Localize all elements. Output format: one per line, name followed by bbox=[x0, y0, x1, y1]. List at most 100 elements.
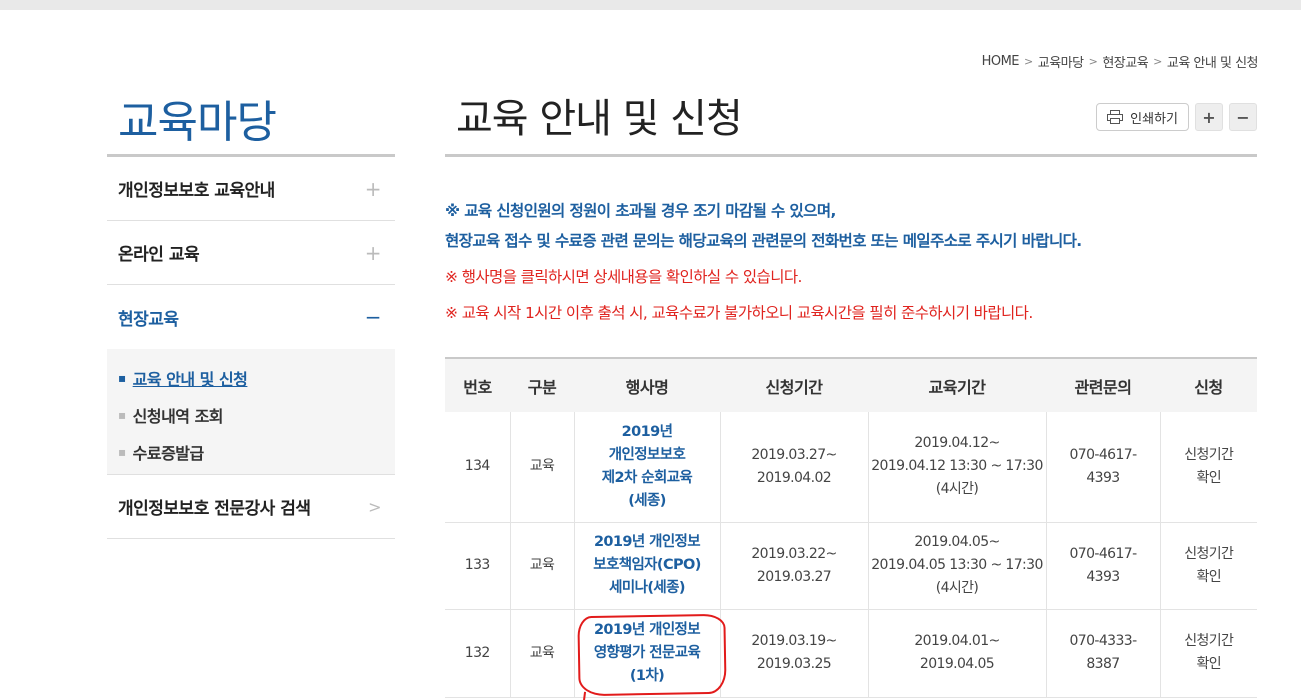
event-link-line: (1차) bbox=[629, 667, 665, 684]
cell-line: 8387 bbox=[1086, 656, 1120, 672]
minus-icon: − bbox=[364, 305, 382, 329]
event-link-line: 2019년 bbox=[621, 423, 673, 440]
printer-icon bbox=[1107, 110, 1124, 124]
submenu-item-application-history[interactable]: ▪ 신청내역 조회 bbox=[118, 396, 395, 433]
cell-line: 2019.04.01~ bbox=[914, 633, 1000, 649]
bullet-icon: ▪ bbox=[118, 370, 126, 385]
sidebar-item-online-education[interactable]: 온라인 교육 + bbox=[107, 221, 395, 285]
event-link-line: 세미나(세종) bbox=[609, 580, 685, 596]
cell-line: 2019.03.27 bbox=[756, 568, 832, 585]
table-header-row: 번호 구분 행사명 신청기간 교육기간 관련문의 신청 bbox=[445, 357, 1257, 412]
sidebar-item-education-guide[interactable]: 개인정보보호 교육안내 + bbox=[107, 157, 395, 221]
cell-line: 2019.04.05~ bbox=[914, 534, 1000, 550]
breadcrumb-home[interactable]: HOME bbox=[982, 54, 1020, 69]
sidebar-item-onsite-education[interactable]: 현장교육 − bbox=[107, 285, 395, 349]
cell-line: 신청기간 bbox=[1184, 446, 1234, 463]
sidebar-title: 교육마당 bbox=[118, 97, 277, 148]
event-link-line: 보호책임자(CPO) bbox=[593, 557, 701, 573]
cell-status: 신청기간 확인 bbox=[1159, 412, 1257, 523]
cell-line: 신청기간 bbox=[1184, 633, 1234, 649]
page-title: 교육 안내 및 신청 bbox=[456, 96, 743, 142]
cell-line: 2019.04.12 13:30 ~ 17:30 bbox=[871, 458, 1043, 475]
submenu-item-label: 신청내역 조회 bbox=[132, 406, 224, 426]
cell-line: 2019.04.05 bbox=[919, 656, 995, 672]
column-header-contact: 관련문의 bbox=[1046, 357, 1160, 412]
column-header-status: 신청 bbox=[1160, 357, 1257, 412]
page-tools: 인쇄하기 + − bbox=[1096, 103, 1257, 131]
zoom-out-button[interactable]: − bbox=[1229, 103, 1257, 131]
table-row: 132 교육 2019년 개인정보 영향평가 전문교육 (1차) 2019.03… bbox=[445, 609, 1257, 700]
title-divider bbox=[445, 154, 1257, 157]
cell-line: 4393 bbox=[1086, 568, 1120, 585]
cell-status: 신청기간 확인 bbox=[1159, 609, 1257, 698]
notice-capacity: ※ 교육 신청인원의 정원이 초과될 경우 조기 마감될 수 있으며, 현장교육… bbox=[445, 196, 1082, 256]
sidebar-nav: 개인정보보호 교육안내 + 온라인 교육 + 현장교육 − ▪ 교육 안내 및 … bbox=[107, 154, 395, 539]
cell-line: (4시간) bbox=[935, 580, 979, 596]
cell-education-period: 2019.04.01~ 2019.04.05 bbox=[867, 609, 1046, 698]
cell-apply-period: 2019.03.22~ 2019.03.27 bbox=[719, 522, 868, 610]
print-button[interactable]: 인쇄하기 bbox=[1096, 103, 1189, 131]
cell-status: 신청기간 확인 bbox=[1159, 522, 1257, 610]
event-link-line: 제2차 순회교육 bbox=[601, 469, 693, 486]
zoom-in-button[interactable]: + bbox=[1195, 103, 1223, 131]
education-table: 번호 구분 행사명 신청기간 교육기간 관련문의 신청 134 교육 2019년… bbox=[445, 357, 1257, 700]
cell-event: 2019년 개인정보 영향평가 전문교육 (1차) bbox=[573, 609, 727, 700]
notice-line: 현장교육 접수 및 수료증 관련 문의는 해당교육의 관련문의 전화번호 또는 … bbox=[445, 232, 1082, 250]
cell-line: 확인 bbox=[1196, 469, 1222, 486]
cell-apply-period: 2019.03.19~ 2019.03.25 bbox=[719, 609, 868, 698]
cell-line: 2019.04.12~ bbox=[914, 435, 1000, 452]
column-header-apply-period: 신청기간 bbox=[720, 357, 868, 412]
submenu-item-certificate[interactable]: ▪ 수료증발급 bbox=[118, 433, 395, 470]
sidebar-item-instructor-search[interactable]: 개인정보보호 전문강사 검색 > bbox=[107, 475, 395, 539]
submenu-item-label: 교육 안내 및 신청 bbox=[132, 369, 248, 389]
breadcrumb-education[interactable]: 교육마당 bbox=[1038, 52, 1084, 71]
submenu: ▪ 교육 안내 및 신청 ▪ 신청내역 조회 ▪ 수료증발급 bbox=[107, 349, 395, 475]
notice-click-event: ※ 행사명을 클릭하시면 상세내용을 확인하실 수 있습니다. bbox=[445, 268, 802, 286]
cell-contact: 070-4617- 4393 bbox=[1045, 522, 1160, 610]
cell-line: 신청기간 bbox=[1184, 545, 1234, 562]
breadcrumb-current: 교육 안내 및 신청 bbox=[1166, 56, 1259, 71]
chevron-right-icon: > bbox=[1088, 55, 1098, 68]
bullet-icon: ▪ bbox=[118, 444, 126, 459]
plus-icon: + bbox=[364, 240, 382, 265]
submenu-item-label: 수료증발급 bbox=[132, 443, 205, 463]
cell-contact: 070-4617- 4393 bbox=[1045, 412, 1160, 523]
column-header-education-period: 교육기간 bbox=[868, 357, 1046, 412]
submenu-item-education-apply[interactable]: ▪ 교육 안내 및 신청 bbox=[118, 359, 395, 396]
cell-line: 확인 bbox=[1196, 568, 1222, 585]
cell-type: 교육 bbox=[509, 609, 574, 698]
cell-line: 2019.03.19~ bbox=[751, 633, 837, 649]
table-row: 134 교육 2019년 개인정보보호 제2차 순회교육 (세종) 2019.0… bbox=[445, 412, 1257, 523]
print-button-label: 인쇄하기 bbox=[1130, 111, 1178, 127]
cell-line: 2019.03.27~ bbox=[751, 446, 837, 463]
cell-apply-period: 2019.03.27~ 2019.04.02 bbox=[719, 412, 868, 523]
cell-event: 2019년 개인정보보호 제2차 순회교육 (세종) bbox=[573, 412, 720, 523]
table-row: 133 교육 2019년 개인정보 보호책임자(CPO) 세미나(세종) 201… bbox=[445, 522, 1257, 610]
breadcrumb-onsite[interactable]: 현장교육 bbox=[1102, 52, 1148, 71]
cell-type: 교육 bbox=[509, 522, 574, 610]
plus-icon: + bbox=[364, 176, 382, 201]
cell-line: 2019.04.02 bbox=[756, 469, 832, 486]
cell-education-period: 2019.04.05~ 2019.04.05 13:30 ~ 17:30 (4시… bbox=[867, 522, 1046, 610]
chevron-right-icon: > bbox=[368, 497, 381, 516]
column-header-event: 행사명 bbox=[574, 357, 720, 412]
notices: ※ 교육 신청인원의 정원이 초과될 경우 조기 마감될 수 있으며, 현장교육… bbox=[445, 196, 1082, 328]
cell-line: 4393 bbox=[1086, 469, 1120, 486]
bullet-icon: ▪ bbox=[118, 407, 126, 422]
event-link[interactable]: 2019년 개인정보보호 제2차 순회교육 (세종) bbox=[575, 421, 720, 513]
cell-line: 확인 bbox=[1196, 656, 1222, 672]
cell-line: 070-4333- bbox=[1069, 633, 1137, 649]
cell-number: 133 bbox=[445, 522, 510, 610]
cell-line: 070-4617- bbox=[1069, 446, 1137, 463]
cell-line: 2019.04.05 13:30 ~ 17:30 bbox=[871, 557, 1043, 573]
event-link[interactable]: 2019년 개인정보 보호책임자(CPO) 세미나(세종) bbox=[575, 531, 720, 600]
chevron-right-icon: > bbox=[1153, 55, 1162, 68]
column-header-type: 구분 bbox=[510, 357, 574, 412]
notice-attendance: ※ 교육 시작 1시간 이후 출석 시, 교육수료가 불가하오니 교육시간을 필… bbox=[445, 304, 1033, 322]
sidebar-item-label: 현장교육 bbox=[118, 309, 179, 330]
sidebar-item-label: 개인정보보호 교육안내 bbox=[118, 181, 275, 201]
cell-contact: 070-4333- 8387 bbox=[1045, 609, 1160, 698]
event-link[interactable]: 2019년 개인정보 영향평가 전문교육 (1차) bbox=[575, 619, 720, 688]
cell-number: 134 bbox=[445, 412, 510, 523]
column-header-number: 번호 bbox=[445, 357, 510, 412]
